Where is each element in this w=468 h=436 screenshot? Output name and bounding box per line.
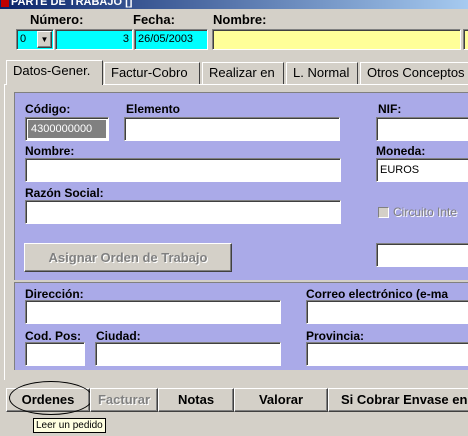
nombre-header-field[interactable]	[212, 29, 461, 50]
tab-factur-cobro[interactable]: Factur-Cobro	[104, 62, 200, 84]
chevron-down-icon[interactable]: ▼	[37, 31, 52, 48]
codigo-label: Código:	[25, 102, 71, 116]
ciudad-label: Ciudad:	[96, 329, 141, 343]
codpos-label: Cod. Pos:	[25, 329, 81, 343]
provincia-field[interactable]	[306, 342, 468, 366]
window-title: PARTE DE TRABAJO []	[11, 0, 133, 8]
nombre-header-label: Nombre:	[213, 12, 267, 27]
tab-datos-gener[interactable]: Datos-Gener.	[6, 60, 103, 85]
provincia-label: Provincia:	[306, 329, 365, 343]
notas-button[interactable]: Notas	[158, 388, 234, 412]
ordenes-focus-ring	[9, 381, 93, 415]
series-value: 0	[20, 33, 27, 45]
codigo-field[interactable]: 4300000000	[25, 117, 109, 141]
nombre-label: Nombre:	[25, 144, 75, 158]
extra-field[interactable]	[376, 243, 468, 267]
moneda-field[interactable]: EUROS	[376, 158, 468, 182]
tooltip: Leer un pedido	[33, 418, 106, 433]
facturar-button[interactable]: Facturar	[90, 388, 158, 412]
razon-social-label: Razón Social:	[25, 186, 104, 200]
ciudad-field[interactable]	[95, 342, 281, 366]
circuito-checkbox[interactable]	[378, 207, 389, 218]
header-extra-field[interactable]	[463, 29, 468, 50]
nif-field[interactable]	[376, 117, 468, 141]
direccion-label: Dirección:	[25, 287, 84, 301]
valorar-button[interactable]: Valorar	[234, 388, 328, 412]
tab-l-normal[interactable]: L. Normal	[286, 62, 358, 84]
title-bar[interactable]: PARTE DE TRABAJO []	[0, 0, 468, 9]
correo-label: Correo electrónico (e-ma	[306, 287, 449, 301]
numero-field[interactable]: 3	[55, 29, 133, 50]
moneda-label: Moneda:	[376, 144, 426, 158]
tab-otros-conceptos[interactable]: Otros Conceptos	[360, 62, 468, 84]
direccion-field[interactable]	[25, 300, 281, 324]
numero-label: Número:	[30, 12, 84, 27]
tab-realizar-en[interactable]: Realizar en	[202, 62, 284, 84]
elemento-field[interactable]	[124, 117, 340, 141]
fecha-label: Fecha:	[133, 12, 175, 27]
correo-field[interactable]	[306, 300, 468, 324]
elemento-label: Elemento	[126, 102, 181, 116]
tooltip-text: Leer un pedido	[36, 420, 103, 431]
nombre-field[interactable]	[25, 158, 341, 182]
nif-label: NIF:	[378, 102, 402, 116]
codigo-value: 4300000000	[28, 120, 106, 138]
fecha-field[interactable]: 26/05/2003	[134, 29, 208, 50]
asignar-orden-button[interactable]: Asignar Orden de Trabajo	[24, 243, 232, 272]
codpos-field[interactable]	[25, 342, 85, 366]
si-cobrar-envase-button[interactable]: Si Cobrar Envase en	[328, 388, 468, 412]
series-combo[interactable]: 0 ▼	[16, 29, 54, 50]
app-icon	[1, 0, 9, 7]
circuito-label: Circuito Inte	[393, 205, 458, 219]
razon-social-field[interactable]	[25, 200, 341, 224]
